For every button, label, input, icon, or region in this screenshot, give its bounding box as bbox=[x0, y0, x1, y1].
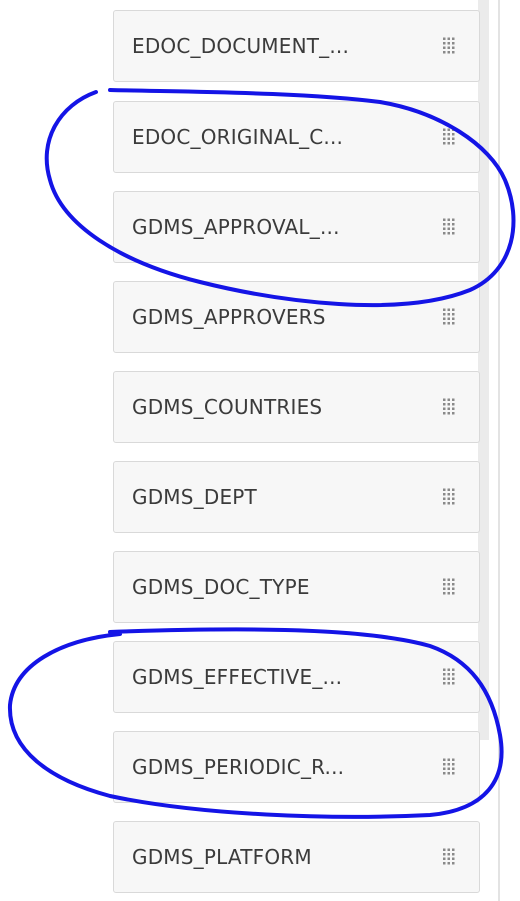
drag-handle-icon[interactable] bbox=[443, 758, 455, 776]
field-item[interactable]: GDMS_DEPT bbox=[113, 461, 480, 533]
field-item[interactable]: GDMS_PERIODIC_R... bbox=[113, 731, 480, 803]
field-list: EDOC_DOCUMENT_... EDOC_ORIGINAL_C... GDM… bbox=[0, 0, 520, 901]
drag-handle-icon[interactable] bbox=[443, 668, 455, 686]
field-label: EDOC_ORIGINAL_C... bbox=[132, 125, 344, 149]
drag-handle-icon[interactable] bbox=[443, 848, 455, 866]
field-item[interactable]: GDMS_PLATFORM bbox=[113, 821, 480, 893]
field-label: GDMS_DOC_TYPE bbox=[132, 575, 310, 599]
field-item[interactable]: GDMS_APPROVERS bbox=[113, 281, 480, 353]
field-label: GDMS_APPROVERS bbox=[132, 305, 326, 329]
drag-handle-icon[interactable] bbox=[443, 488, 455, 506]
field-item[interactable]: GDMS_COUNTRIES bbox=[113, 371, 480, 443]
field-item[interactable]: GDMS_EFFECTIVE_... bbox=[113, 641, 480, 713]
field-item[interactable]: GDMS_DOC_TYPE bbox=[113, 551, 480, 623]
drag-handle-icon[interactable] bbox=[443, 398, 455, 416]
drag-handle-icon[interactable] bbox=[443, 128, 455, 146]
panel-divider bbox=[498, 0, 500, 901]
field-item[interactable]: EDOC_ORIGINAL_C... bbox=[113, 101, 480, 173]
field-label: GDMS_PERIODIC_R... bbox=[132, 755, 345, 779]
field-label: GDMS_DEPT bbox=[132, 485, 257, 509]
field-item[interactable]: EDOC_DOCUMENT_... bbox=[113, 10, 480, 82]
field-label: GDMS_PLATFORM bbox=[132, 845, 312, 869]
drag-handle-icon[interactable] bbox=[443, 578, 455, 596]
field-label: GDMS_APPROVAL_... bbox=[132, 215, 340, 239]
field-item[interactable]: GDMS_APPROVAL_... bbox=[113, 191, 480, 263]
drag-handle-icon[interactable] bbox=[443, 37, 455, 55]
drag-handle-icon[interactable] bbox=[443, 308, 455, 326]
drag-handle-icon[interactable] bbox=[443, 218, 455, 236]
field-label: GDMS_EFFECTIVE_... bbox=[132, 665, 343, 689]
field-label: GDMS_COUNTRIES bbox=[132, 395, 323, 419]
field-label: EDOC_DOCUMENT_... bbox=[132, 34, 350, 58]
